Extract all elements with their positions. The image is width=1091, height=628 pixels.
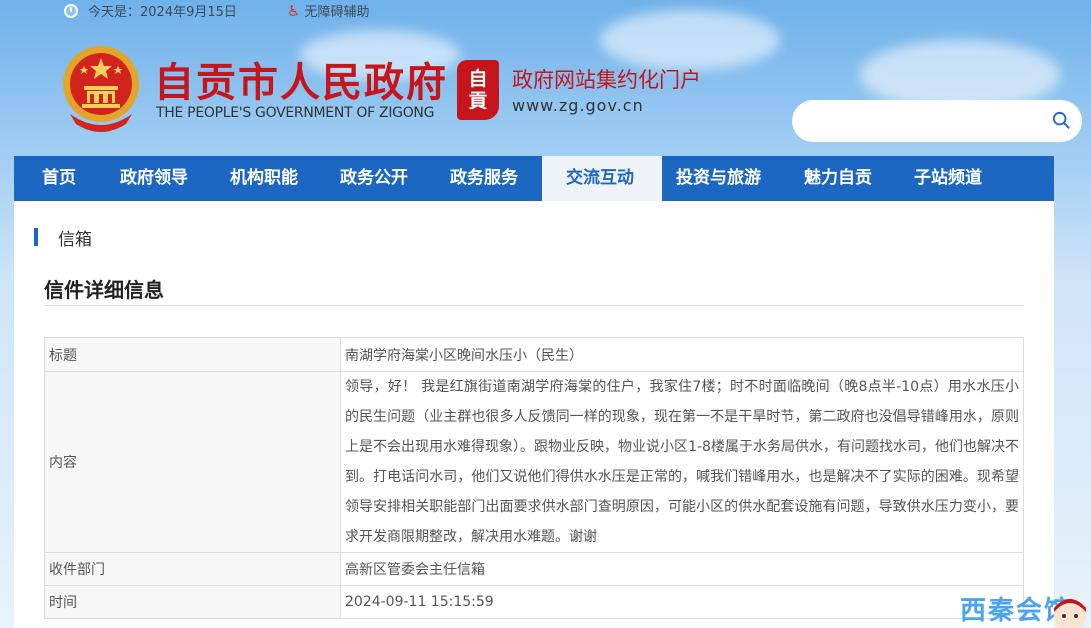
top-bar: 今天是：2024年9月15日 ♿ 无障碍辅助 <box>0 0 1091 22</box>
nav-item-interaction[interactable]: 交流互动 <box>542 156 662 201</box>
table-row: 标题 南湖学府海棠小区晚间水压小（民生） <box>44 337 1024 372</box>
nav-item-public-affairs[interactable]: 政务公开 <box>326 156 436 201</box>
nav-item-charm-zigong[interactable]: 魅力自贡 <box>790 156 900 201</box>
wheelchair-icon: ♿ <box>287 1 301 20</box>
breadcrumb-mailbox[interactable]: 信箱 <box>58 225 92 250</box>
letter-detail-table: 标题 南湖学府海棠小区晚间水压小（民生） 内容 领导，好！ 我是红旗街道南湖学府… <box>44 337 1024 619</box>
table-row: 内容 领导，好！ 我是红旗街道南湖学府海棠的住户，我家住7楼；时不时面临晚间（晚… <box>44 371 1024 553</box>
logo-char: 貢 <box>468 90 488 112</box>
site-subtitle: THE PEOPLE'S GOVERNMENT OF ZIGONG <box>156 105 435 121</box>
nav-item-services[interactable]: 政务服务 <box>436 156 542 201</box>
search-icon[interactable] <box>1052 111 1070 129</box>
divider <box>44 305 1024 306</box>
breadcrumb: 信箱 <box>34 225 92 250</box>
nav-item-investment-tourism[interactable]: 投资与旅游 <box>662 156 790 201</box>
nav-item-sub-sites[interactable]: 子站频道 <box>900 156 1010 201</box>
content-value: 领导，好！ 我是红旗街道南湖学府海棠的住户，我家住7楼；时不时面临晚间（晚8点半… <box>340 371 1024 553</box>
nav-item-leaders[interactable]: 政府领导 <box>106 156 216 201</box>
nav-item-home[interactable]: 首页 <box>14 156 106 201</box>
logo-char: 自 <box>468 68 488 90</box>
content-label: 内容 <box>44 371 341 553</box>
section-title: 信件详细信息 <box>44 278 164 302</box>
zigong-logo[interactable]: 自 貢 <box>457 60 499 120</box>
site-title[interactable]: 自贡市人民政府 <box>154 50 448 108</box>
portal-url[interactable]: www.zg.gov.cn <box>512 96 644 115</box>
nav-item-institutions[interactable]: 机构职能 <box>216 156 326 201</box>
dept-label: 收件部门 <box>44 552 341 586</box>
search-input[interactable] <box>812 100 1052 142</box>
table-row: 收件部门 高新区管委会主任信箱 <box>44 552 1024 586</box>
table-row: 时间 2024-09-11 15:15:59 <box>44 585 1024 619</box>
dept-value: 高新区管委会主任信箱 <box>340 552 1024 586</box>
title-value: 南湖学府海棠小区晚间水压小（民生） <box>340 337 1024 372</box>
accessibility-label[interactable]: 无障碍辅助 <box>304 1 369 20</box>
national-emblem-icon <box>63 46 139 132</box>
date-display: 今天是：2024年9月15日 <box>64 1 237 20</box>
breadcrumb-marker <box>34 228 38 246</box>
clock-icon <box>64 3 78 18</box>
title-label: 标题 <box>44 337 341 372</box>
main-content: 信箱 信件详细信息 标题 南湖学府海棠小区晚间水压小（民生） 内容 领导，好！ … <box>14 201 1054 628</box>
date-text: 今天是：2024年9月15日 <box>88 5 237 20</box>
main-nav: 首页 政府领导 机构职能 政务公开 政务服务 交流互动 投资与旅游 魅力自贡 子… <box>14 156 1054 201</box>
time-label: 时间 <box>44 585 341 619</box>
search-box[interactable] <box>792 100 1082 142</box>
time-value: 2024-09-11 15:15:59 <box>340 585 1024 619</box>
accessibility-link[interactable]: ♿ 无障碍辅助 <box>287 1 369 21</box>
portal-title: 政府网站集约化门户 <box>512 68 701 92</box>
mascot-icon <box>1054 599 1086 628</box>
